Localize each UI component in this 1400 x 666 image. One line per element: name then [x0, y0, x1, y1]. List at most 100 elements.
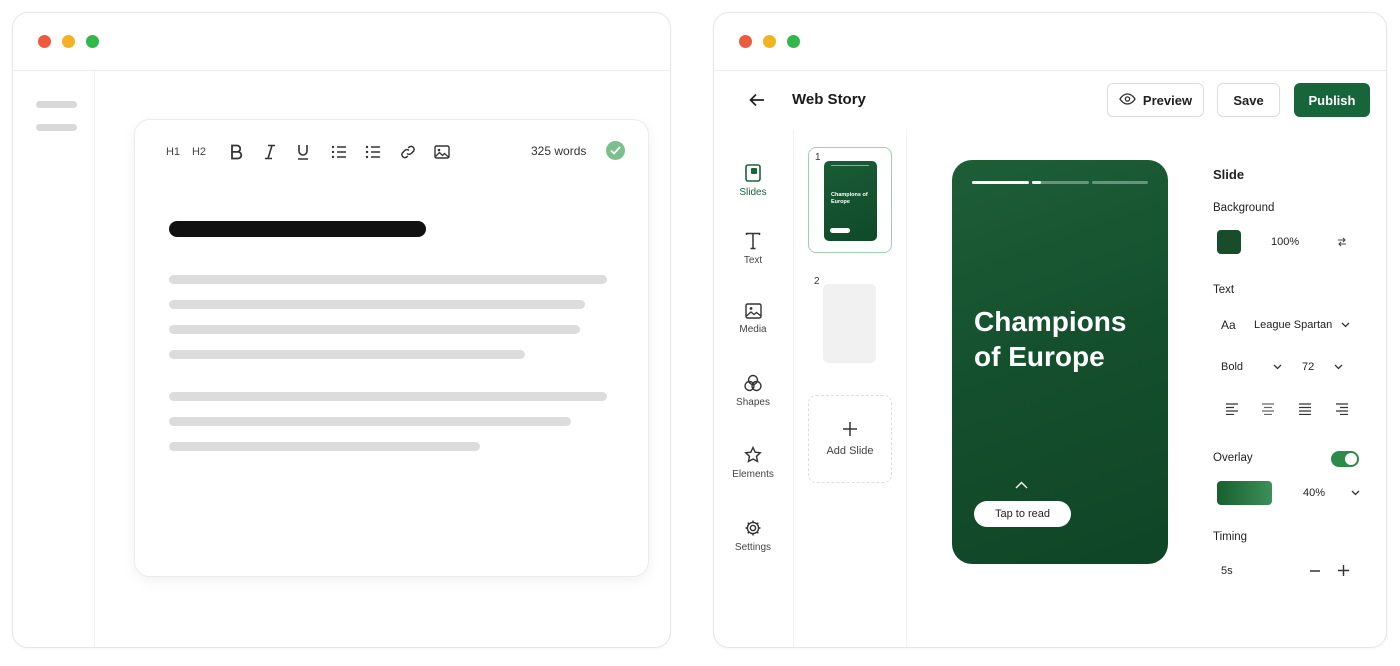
publish-button[interactable]: Publish [1294, 83, 1370, 117]
link-icon[interactable] [399, 142, 417, 162]
slide-preview [823, 284, 876, 363]
overlay-opacity-value: 40% [1303, 487, 1326, 499]
tool-label: Slides [739, 187, 767, 198]
background-opacity-value[interactable]: 100% [1271, 236, 1299, 248]
overlay-label: Overlay [1213, 452, 1253, 464]
minus-icon[interactable] [1310, 570, 1320, 572]
slide-preview-text: Champions of Europe [831, 192, 868, 205]
back-arrow-icon[interactable] [748, 91, 766, 109]
align-right-icon[interactable] [1335, 403, 1349, 415]
maximize-window-button[interactable] [787, 35, 800, 48]
paragraph-placeholder-line [169, 350, 525, 359]
tool-label: Elements [732, 469, 774, 480]
preview-button[interactable]: Preview [1107, 83, 1204, 117]
text-label: Text [1213, 284, 1235, 296]
story-progress-segment [1032, 181, 1089, 184]
image-icon[interactable] [433, 142, 451, 162]
tool-label: Shapes [736, 397, 770, 408]
tools-sidebar: Slides Text Media Shapes Elements Settin… [714, 129, 794, 647]
slide-headline[interactable]: Champions of Europe [974, 304, 1154, 374]
sidebar-placeholder-line [36, 124, 77, 131]
tool-label: Media [739, 324, 767, 335]
paragraph-placeholder-line [169, 325, 580, 334]
story-canvas: Champions of Europe Tap to read [907, 129, 1187, 647]
story-header: Web Story Preview Save Publish [714, 71, 1386, 129]
editor-titlebar [13, 13, 670, 71]
properties-panel: Slide Background 100% Text Aa League Spa… [1187, 129, 1386, 647]
slide-number: 2 [814, 276, 820, 287]
media-icon [744, 303, 762, 319]
story-progress-segment [1092, 181, 1148, 184]
preview-label: Preview [1142, 92, 1193, 108]
chevron-up-icon [1015, 481, 1028, 489]
tool-text[interactable]: Text [714, 232, 792, 266]
tool-label: Text [743, 255, 763, 266]
gear-icon [745, 520, 761, 536]
page-title: Web Story [792, 91, 866, 108]
tool-elements[interactable]: Elements [714, 446, 792, 480]
document-title-placeholder [169, 221, 426, 237]
font-icon: Aa [1221, 318, 1236, 332]
underline-icon[interactable] [294, 142, 312, 162]
font-family-select[interactable]: League Spartan [1254, 319, 1350, 331]
plus-icon [843, 422, 857, 436]
plus-icon[interactable] [1338, 565, 1349, 576]
slide-thumbnail[interactable]: 2 [808, 272, 892, 378]
align-center-icon[interactable] [1261, 403, 1275, 415]
tool-label: Settings [734, 542, 772, 553]
editor-sidebar [13, 71, 95, 647]
overlay-opacity-select[interactable]: 40% [1303, 487, 1360, 499]
document-card: H1 H2 325 words [134, 119, 649, 577]
slides-panel: 1 Champions of Europe 2 Add Slide [794, 129, 907, 647]
close-window-button[interactable] [739, 35, 752, 48]
bullet-list-icon[interactable] [330, 142, 348, 162]
chevron-down-icon [1334, 364, 1343, 370]
slide-number: 1 [815, 152, 821, 163]
bold-icon[interactable] [227, 142, 245, 162]
text-icon [745, 232, 761, 250]
overlay-toggle[interactable] [1331, 451, 1359, 467]
numbered-list-icon[interactable] [364, 142, 382, 162]
minimize-window-button[interactable] [763, 35, 776, 48]
save-button[interactable]: Save [1217, 83, 1280, 117]
tap-to-read-button[interactable]: Tap to read [974, 501, 1071, 527]
align-left-icon[interactable] [1225, 403, 1239, 415]
background-label: Background [1213, 202, 1275, 214]
paragraph-placeholder-line [169, 442, 480, 451]
slide-progress-bar [831, 165, 869, 166]
story-titlebar [714, 13, 1386, 71]
close-window-button[interactable] [38, 35, 51, 48]
chevron-down-icon [1351, 490, 1360, 496]
editor-window: H1 H2 325 words [12, 12, 671, 648]
sidebar-placeholder-line [36, 101, 77, 108]
slide-thumbnail[interactable]: 1 Champions of Europe [808, 147, 892, 253]
paragraph-placeholder-line [169, 275, 607, 284]
minimize-window-button[interactable] [62, 35, 75, 48]
shapes-icon [744, 374, 762, 392]
timing-label: Timing [1213, 531, 1248, 543]
heading-2-button[interactable]: H2 [191, 142, 207, 162]
tool-shapes[interactable]: Shapes [714, 374, 792, 408]
chevron-down-icon [1341, 322, 1350, 328]
font-size-select[interactable]: 72 [1302, 361, 1343, 373]
slide-canvas[interactable]: Champions of Europe Tap to read [952, 160, 1168, 564]
tool-slides[interactable]: Slides [714, 164, 792, 198]
background-color-swatch[interactable] [1217, 230, 1241, 254]
panel-heading: Slide [1213, 167, 1245, 182]
add-slide-button[interactable]: Add Slide [808, 395, 892, 483]
tool-settings[interactable]: Settings [714, 519, 792, 553]
slide-preview: Champions of Europe [824, 161, 877, 241]
maximize-window-button[interactable] [86, 35, 99, 48]
tool-media[interactable]: Media [714, 303, 792, 335]
heading-1-button[interactable]: H1 [165, 142, 181, 162]
paragraph-placeholder-line [169, 300, 585, 309]
font-family-value: League Spartan [1254, 319, 1333, 331]
slide-preview-cta [830, 228, 850, 233]
italic-icon[interactable] [261, 142, 279, 162]
align-justify-icon[interactable] [1298, 403, 1312, 415]
timing-value[interactable]: 5s [1221, 565, 1233, 577]
slides-icon [745, 164, 761, 182]
swap-icon[interactable] [1337, 237, 1347, 247]
font-weight-select[interactable]: Bold [1221, 361, 1282, 373]
overlay-color-swatch[interactable] [1217, 481, 1272, 505]
